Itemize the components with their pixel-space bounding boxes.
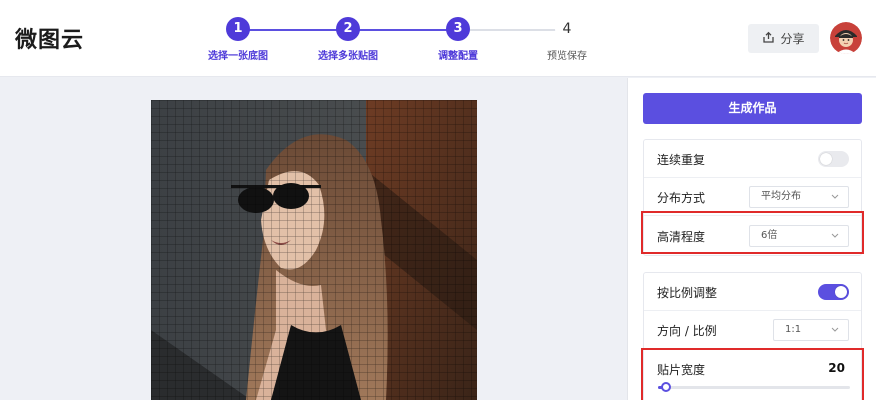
canvas-area bbox=[0, 78, 626, 400]
step-2[interactable]: 2 选择多张贴图 bbox=[298, 17, 398, 62]
step-number: 4 bbox=[555, 17, 579, 41]
toggle-knob bbox=[835, 286, 847, 298]
distribution-select[interactable]: 平均分布 bbox=[749, 186, 849, 208]
step-label: 选择一张底图 bbox=[208, 51, 268, 62]
highlight-box bbox=[641, 348, 864, 400]
ratio-adjust-toggle[interactable] bbox=[818, 284, 849, 300]
ratio-adjust-label: 按比例调整 bbox=[657, 286, 718, 300]
progress-steps: 1 选择一张底图 2 选择多张贴图 3 调整配置 4 预览保存 bbox=[0, 0, 876, 77]
step-number: 2 bbox=[336, 17, 360, 41]
settings-panel: 生成作品 连续重复 分布方式 平均分布 高清程度 6倍 按比例调整 方向 / 比… bbox=[627, 78, 876, 400]
direction-select[interactable]: 1:1 bbox=[773, 319, 849, 341]
row-direction: 方向 / 比例 1:1 bbox=[644, 311, 861, 349]
toggle-knob bbox=[820, 153, 832, 165]
direction-label: 方向 / 比例 bbox=[657, 324, 717, 338]
generate-button[interactable]: 生成作品 bbox=[643, 93, 862, 124]
highlight-box bbox=[641, 211, 864, 254]
step-4[interactable]: 4 预览保存 bbox=[517, 17, 617, 62]
distribution-value: 平均分布 bbox=[761, 191, 801, 202]
direction-value: 1:1 bbox=[785, 324, 802, 335]
step-label: 预览保存 bbox=[547, 51, 587, 62]
chevron-down-icon bbox=[830, 320, 840, 340]
step-label: 选择多张贴图 bbox=[318, 51, 378, 62]
repeat-toggle[interactable] bbox=[818, 151, 849, 167]
share-icon bbox=[762, 31, 775, 47]
step-number: 3 bbox=[446, 17, 470, 41]
chevron-down-icon bbox=[830, 187, 840, 207]
row-ratio-adjust: 按比例调整 bbox=[644, 273, 861, 311]
row-repeat: 连续重复 bbox=[644, 140, 861, 178]
repeat-label: 连续重复 bbox=[657, 153, 706, 167]
share-label: 分享 bbox=[780, 32, 805, 46]
user-avatar[interactable] bbox=[830, 22, 862, 54]
step-label: 调整配置 bbox=[438, 51, 478, 62]
top-header: 微图云 1 选择一张底图 2 选择多张贴图 3 调整配置 4 预览保存 分享 bbox=[0, 0, 876, 77]
distribution-label: 分布方式 bbox=[657, 191, 706, 205]
step-3[interactable]: 3 调整配置 bbox=[408, 17, 508, 62]
share-button[interactable]: 分享 bbox=[748, 24, 819, 53]
step-number: 1 bbox=[226, 17, 250, 41]
preview-image[interactable] bbox=[151, 100, 477, 400]
step-1[interactable]: 1 选择一张底图 bbox=[188, 17, 288, 62]
